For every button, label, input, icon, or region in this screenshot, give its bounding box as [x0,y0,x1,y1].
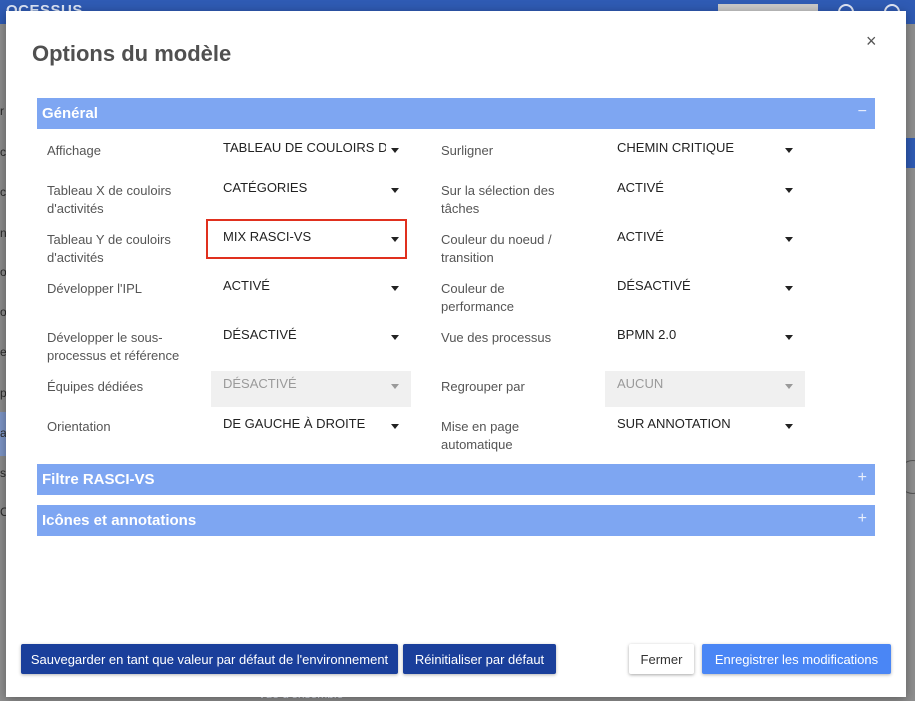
option-label-affichage: Affichage [47,143,101,158]
select-value: DÉSACTIVÉ [223,376,297,391]
collapse-icon[interactable]: − [858,103,867,121]
dropdown-caret-icon [391,335,399,340]
select-selection-taches[interactable]: ACTIVÉ [605,175,805,211]
select-couleur-performance[interactable]: DÉSACTIVÉ [605,273,805,309]
select-surligner[interactable]: CHEMIN CRITIQUE [605,135,805,171]
section-icones-header[interactable]: Icônes et annotations + [37,505,875,536]
highlight-box [206,219,407,259]
dropdown-caret-icon [391,424,399,429]
option-label-tableau-y: Tableau Y de couloirs d'activités [47,232,171,265]
select-developper-ipl[interactable]: ACTIVÉ [211,273,411,309]
section-icones-label: Icônes et annotations [42,512,197,529]
section-filtre-header[interactable]: Filtre RASCI-VS + [37,464,875,495]
select-value: CHEMIN CRITIQUE [617,140,734,155]
option-label-orientation: Orientation [47,419,111,434]
dropdown-caret-icon [785,335,793,340]
select-value: AUCUN [617,376,664,391]
select-value: ACTIVÉ [223,278,270,293]
expand-icon[interactable]: + [858,469,867,487]
save-changes-button[interactable]: Enregistrer les modifications [702,644,891,674]
select-couleur-noeud[interactable]: ACTIVÉ [605,224,805,260]
model-options-dialog: Options du modèle × Général − Affichage … [6,11,906,697]
section-general-label: Général [42,105,98,122]
option-label-equipes-dediees: Équipes dédiées [47,379,144,394]
select-sous-processus[interactable]: DÉSACTIVÉ [211,322,411,358]
close-button[interactable]: Fermer [629,644,694,674]
select-equipes-dediees: DÉSACTIVÉ [211,371,411,407]
save-default-button[interactable]: Sauvegarder en tant que valeur par défau… [21,644,398,674]
dropdown-caret-icon [785,237,793,242]
select-orientation[interactable]: DE GAUCHE À DROITE [211,411,411,447]
select-mise-en-page[interactable]: SUR ANNOTATION [605,411,805,447]
left-panel-text: r [0,104,4,118]
section-filtre-label: Filtre RASCI-VS [42,471,155,488]
expand-icon[interactable]: + [858,510,867,528]
section-general-header[interactable]: Général − [37,98,875,129]
option-label-regrouper-par: Regrouper par [441,379,525,394]
option-label-surligner: Surligner [441,143,494,158]
select-value: ACTIVÉ [617,229,664,244]
dropdown-caret-icon [391,188,399,193]
select-value: ACTIVÉ [617,180,664,195]
select-value: DÉSACTIVÉ [617,278,691,293]
select-regrouper-par: AUCUN [605,371,805,407]
option-label-couleur-performance: Couleur de performance [441,281,514,314]
dropdown-caret-icon [785,188,793,193]
dropdown-caret-icon [785,286,793,291]
option-label-developper-ipl: Développer l'IPL [47,281,142,296]
dropdown-caret-icon [785,424,793,429]
option-label-sous-processus: Développer le sous-processus et référenc… [47,330,180,363]
option-label-selection-taches: Sur la sélection des tâches [441,183,555,216]
dialog-title: Options du modèle [32,41,232,66]
dropdown-caret-icon [391,384,399,389]
dropdown-caret-icon [391,148,399,153]
option-label-vue-processus: Vue des processus [441,330,552,345]
close-icon[interactable]: × [866,31,877,52]
dropdown-caret-icon [391,286,399,291]
option-label-couleur-noeud: Couleur du noeud / transition [441,232,552,265]
reset-default-button[interactable]: Réinitialiser par défaut [403,644,556,674]
select-vue-processus[interactable]: BPMN 2.0 [605,322,805,358]
select-affichage[interactable]: TABLEAU DE COULOIRS D'ACTIVITÉS [211,135,411,171]
select-value: SUR ANNOTATION [617,416,731,431]
dropdown-caret-icon [785,384,793,389]
option-label-tableau-x: Tableau X de couloirs d'activités [47,183,172,216]
select-value: BPMN 2.0 [617,327,677,342]
select-value: TABLEAU DE COULOIRS D'ACTIVITÉS [223,140,386,155]
option-label-mise-en-page: Mise en page automatique [441,419,520,452]
select-value: DÉSACTIVÉ [223,327,297,342]
select-tableau-x[interactable]: CATÉGORIES [211,175,411,211]
dropdown-caret-icon [785,148,793,153]
select-value: DE GAUCHE À DROITE [223,416,366,431]
select-value: CATÉGORIES [223,180,308,195]
